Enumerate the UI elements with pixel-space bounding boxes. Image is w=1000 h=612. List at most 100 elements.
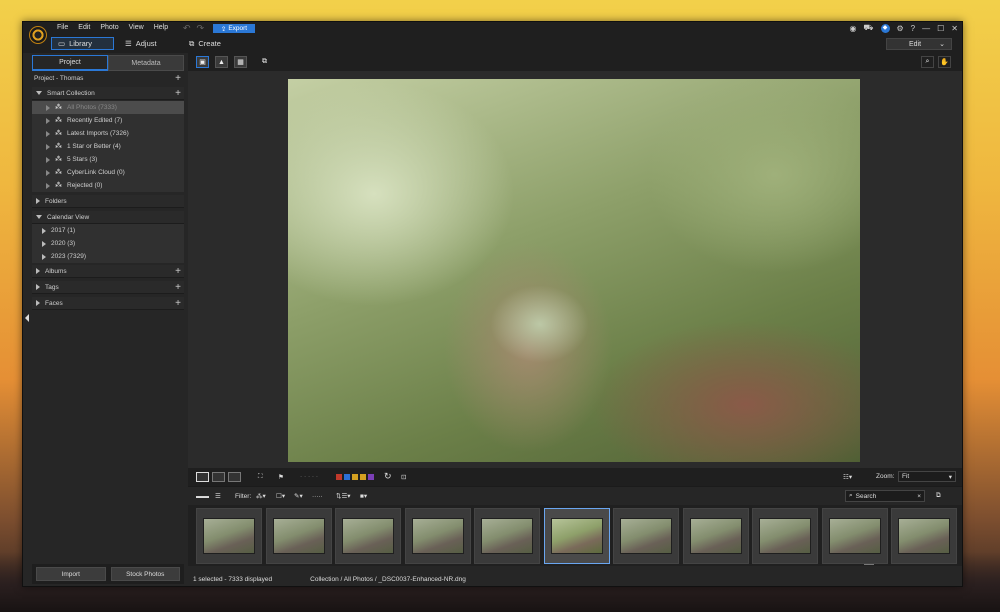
- filter-rating-icon[interactable]: ·····: [312, 490, 323, 502]
- account-icon[interactable]: ◉: [849, 24, 856, 33]
- redo-icon[interactable]: ↷: [197, 23, 205, 34]
- menu-help[interactable]: Help: [154, 24, 168, 31]
- color-label-swatch[interactable]: [336, 473, 342, 480]
- zoom-select[interactable]: Fit ▾: [898, 471, 956, 482]
- collapse-panel-icon[interactable]: [25, 314, 29, 322]
- minimize-icon[interactable]: —: [922, 24, 930, 33]
- tab-metadata[interactable]: Metadata: [108, 55, 184, 71]
- compare-view-icon[interactable]: ▲: [215, 56, 228, 68]
- filmstrip-thumbnail[interactable]: [404, 508, 471, 564]
- crop-icon[interactable]: ⊡: [401, 471, 406, 482]
- clear-search-icon[interactable]: ×: [917, 493, 921, 500]
- list-view-icon[interactable]: ☰: [215, 490, 221, 502]
- second-display-icon[interactable]: ⧉: [258, 56, 271, 68]
- filmstrip-thumbnail[interactable]: [821, 508, 888, 564]
- import-button[interactable]: Import: [36, 567, 106, 581]
- left-panel: Project Metadata Project - Thomas + Smar…: [32, 54, 184, 584]
- filter-edit-icon[interactable]: ✎▾: [294, 490, 303, 502]
- sidebar-item-five-stars[interactable]: ⁂ 5 Stars (3): [32, 153, 184, 166]
- sort-list-icon[interactable]: ☷▾: [843, 471, 852, 482]
- filmstrip-thumbnail[interactable]: [682, 508, 749, 564]
- smart-collection-header[interactable]: Smart Collection +: [32, 87, 184, 100]
- filter-people-icon[interactable]: ⁂▾: [256, 490, 266, 502]
- faces-header[interactable]: Faces +: [32, 297, 184, 310]
- menu-view[interactable]: View: [129, 24, 144, 31]
- undo-icon[interactable]: ↶: [183, 23, 191, 34]
- stock-photos-button[interactable]: Stock Photos: [110, 567, 180, 581]
- filmstrip-thumbnail[interactable]: [543, 508, 610, 564]
- filmstrip-thumbnail[interactable]: [265, 508, 332, 564]
- grid-view-icon[interactable]: ▦: [234, 56, 247, 68]
- folders-header[interactable]: Folders: [32, 195, 184, 208]
- sort-icon[interactable]: ⇅☰▾: [336, 490, 351, 502]
- thumbnail-image: [689, 518, 742, 554]
- add-face-icon[interactable]: +: [175, 298, 181, 309]
- app-window: File Edit Photo View Help ↶ ↷ ⇪ Export ◉…: [22, 21, 963, 587]
- menu-photo[interactable]: Photo: [100, 24, 118, 31]
- mode-bar: ▭ Library ☰ Adjust ⧉ Create Edit ⌄: [23, 35, 962, 53]
- add-smart-collection-icon[interactable]: +: [175, 88, 181, 99]
- sidebar-item-latest-imports[interactable]: ⁂ Latest Imports (7326): [32, 127, 184, 140]
- two-up-icon[interactable]: [212, 471, 225, 482]
- color-label-swatch[interactable]: [344, 473, 350, 480]
- sidebar-item-label: 2023 (7329): [51, 253, 87, 260]
- filmstrip-thumbnail[interactable]: [752, 508, 818, 564]
- single-view-icon[interactable]: ▣: [196, 56, 209, 68]
- albums-header[interactable]: Albums +: [32, 265, 184, 278]
- filter-label-color-icon[interactable]: ■▾: [360, 490, 367, 502]
- undo-redo: ↶ ↷: [183, 23, 204, 34]
- rotate-icon[interactable]: ↻: [384, 471, 392, 482]
- filmstrip-thumbnail[interactable]: [891, 508, 957, 564]
- create-mode-tab[interactable]: ⧉ Create: [183, 37, 227, 50]
- thumbnail-size-icon[interactable]: ▬▬: [196, 490, 209, 502]
- project-title-row: Project - Thomas +: [32, 72, 184, 85]
- flag-icon[interactable]: ⚑: [278, 471, 284, 482]
- three-up-icon[interactable]: [228, 471, 241, 482]
- help-icon[interactable]: ?: [911, 24, 915, 33]
- add-project-icon[interactable]: +: [175, 73, 181, 84]
- filter-flag-icon[interactable]: ☐▾: [276, 490, 285, 502]
- adjust-mode-tab[interactable]: ☰ Adjust: [119, 37, 163, 50]
- search-placeholder: Search: [855, 492, 877, 500]
- filmstrip-thumbnail[interactable]: [196, 508, 262, 564]
- calendar-view-header[interactable]: Calendar View: [32, 211, 184, 224]
- sidebar-item-recently-edited[interactable]: ⁂ Recently Edited (7): [32, 114, 184, 127]
- sidebar-item-cyberlink-cloud[interactable]: ⁂ CyberLink Cloud (0): [32, 166, 184, 179]
- export-button[interactable]: ⇪ Export: [213, 24, 255, 33]
- add-tag-icon[interactable]: +: [175, 282, 181, 293]
- notification-badge-icon[interactable]: ◆: [880, 23, 890, 33]
- filmstrip-thumbnail[interactable]: [474, 508, 540, 564]
- add-album-icon[interactable]: +: [175, 266, 181, 277]
- single-photo-icon[interactable]: [196, 471, 209, 482]
- filmstrip-thumbnail[interactable]: [613, 508, 679, 564]
- cart-icon[interactable]: ⛟: [863, 23, 873, 33]
- sidebar-item-rejected[interactable]: ⁂ Rejected (0): [32, 179, 184, 192]
- main-photo[interactable]: [288, 79, 860, 462]
- color-label-swatch[interactable]: [352, 473, 358, 480]
- color-label-swatch[interactable]: [360, 473, 366, 480]
- sidebar-item-all-photos[interactable]: ⁂ All Photos (7333): [32, 101, 184, 114]
- filmstrip-thumbnail[interactable]: [335, 508, 401, 564]
- library-mode-tab[interactable]: ▭ Library: [51, 37, 114, 50]
- zoom-tool-icon[interactable]: ⌕: [921, 56, 934, 68]
- star-rating-icon[interactable]: · · · · ·: [300, 471, 318, 482]
- open-external-icon[interactable]: ⧉: [936, 490, 941, 502]
- tags-header[interactable]: Tags +: [32, 281, 184, 294]
- menu-file[interactable]: File: [57, 24, 68, 31]
- sidebar-item-2020[interactable]: 2020 (3): [32, 237, 184, 250]
- smart-collection-icon: ⁂: [55, 169, 62, 176]
- sidebar-item-2023[interactable]: 2023 (7329): [32, 250, 184, 263]
- tab-project[interactable]: Project: [32, 55, 108, 71]
- search-input[interactable]: ⌕ Search ×: [845, 490, 925, 502]
- edit-dropdown[interactable]: Edit ⌄: [886, 38, 952, 50]
- color-label-swatch[interactable]: [368, 473, 374, 480]
- settings-gear-icon[interactable]: ⚙: [897, 24, 904, 33]
- hand-tool-icon[interactable]: ✋: [938, 56, 951, 68]
- close-icon[interactable]: ✕: [951, 24, 958, 33]
- menu-edit[interactable]: Edit: [78, 24, 90, 31]
- smart-collection-icon: ⁂: [55, 182, 62, 189]
- maximize-icon[interactable]: ☐: [937, 24, 944, 33]
- sidebar-item-2017[interactable]: 2017 (1): [32, 224, 184, 237]
- face-tag-icon[interactable]: ⛶: [258, 471, 263, 482]
- sidebar-item-one-star[interactable]: ⁂ 1 Star or Better (4): [32, 140, 184, 153]
